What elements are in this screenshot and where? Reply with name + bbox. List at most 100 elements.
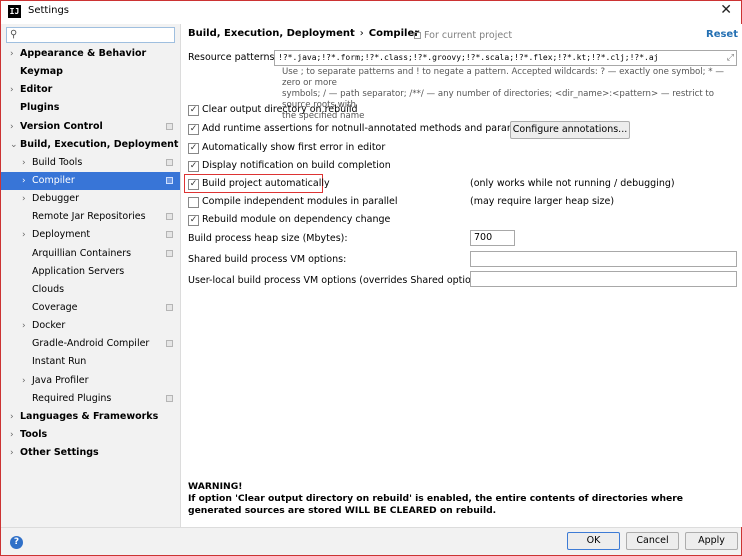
- sidebar-item-clouds[interactable]: Clouds: [1, 281, 180, 299]
- build-automatically-label: Build project automatically: [202, 178, 330, 189]
- window-title: Settings: [28, 5, 70, 16]
- sidebar-item-label: Other Settings: [20, 447, 99, 459]
- heap-size-field[interactable]: 700: [470, 230, 515, 246]
- chevron-right-icon[interactable]: ›: [10, 408, 14, 426]
- sidebar-item-label: Required Plugins: [32, 392, 112, 404]
- cancel-button[interactable]: Cancel: [626, 532, 679, 550]
- project-scope-icon: [166, 249, 173, 257]
- breadcrumb-current: Compiler: [368, 28, 420, 39]
- sidebar-item-appearance-behavior[interactable]: › Appearance & Behavior: [1, 45, 180, 63]
- chevron-right-icon[interactable]: ›: [22, 190, 26, 208]
- sidebar-item-label: Clouds: [32, 283, 65, 295]
- settings-search-input[interactable]: ⚲: [6, 27, 175, 43]
- sidebar-item-compiler[interactable]: › Compiler: [1, 171, 180, 191]
- sidebar-item-editor[interactable]: › Editor: [1, 81, 180, 99]
- checkbox[interactable]: [188, 197, 199, 208]
- chevron-right-icon[interactable]: ›: [22, 154, 26, 172]
- sidebar-item-label: Docker: [32, 320, 66, 332]
- sidebar-item-application-servers[interactable]: Application Servers: [1, 263, 180, 281]
- breadcrumb: Build, Execution, Deployment › Compiler: [188, 28, 419, 39]
- clear-output-label: Clear output directory on rebuild: [202, 104, 358, 115]
- sidebar-item-keymap[interactable]: Keymap: [1, 63, 180, 81]
- shared-vm-options-field[interactable]: [470, 251, 737, 267]
- sidebar-item-docker[interactable]: › Docker: [1, 317, 180, 335]
- chevron-right-icon[interactable]: ›: [10, 444, 14, 462]
- sidebar-item-label: Coverage: [32, 301, 78, 313]
- sidebar-item-debugger[interactable]: › Debugger: [1, 190, 180, 208]
- apply-button[interactable]: Apply: [685, 532, 738, 550]
- for-project-text: For current project: [424, 30, 513, 41]
- chevron-right-icon[interactable]: ›: [10, 426, 14, 444]
- close-icon[interactable]: ✕: [720, 2, 732, 18]
- checkbox[interactable]: ✓: [188, 161, 199, 172]
- sidebar-item-label: Instant Run: [32, 356, 87, 368]
- sidebar-item-arquillian-containers[interactable]: Arquillian Containers: [1, 245, 180, 263]
- sidebar-item-version-control[interactable]: › Version Control: [1, 118, 180, 136]
- runtime-assertions-label: Add runtime assertions for notnull-annot…: [202, 123, 541, 134]
- rebuild-on-change-label: Rebuild module on dependency change: [202, 214, 391, 225]
- sidebar-item-tools[interactable]: › Tools: [1, 426, 180, 444]
- shared-vm-options-label: Shared build process VM options:: [188, 254, 347, 265]
- sidebar-item-deployment[interactable]: › Deployment: [1, 226, 180, 244]
- sidebar-item-instant-run[interactable]: Instant Run: [1, 353, 180, 371]
- chevron-down-icon[interactable]: ⌄: [10, 136, 18, 154]
- sidebar-item-build-tools[interactable]: › Build Tools: [1, 154, 180, 172]
- search-icon: ⚲: [10, 29, 18, 40]
- project-scope-icon: [166, 340, 173, 348]
- project-scope-icon: [166, 213, 173, 221]
- sidebar-item-plugins[interactable]: Plugins: [1, 99, 180, 117]
- heap-size-label: Build process heap size (Mbytes):: [188, 233, 348, 244]
- help-icon[interactable]: ?: [10, 536, 23, 549]
- project-scope-icon: [166, 122, 173, 130]
- chevron-right-icon[interactable]: ›: [22, 172, 26, 190]
- configure-annotations-button[interactable]: Configure annotations...: [510, 121, 630, 139]
- checkbox[interactable]: ✓: [188, 215, 199, 226]
- sidebar-item-label: Compiler: [32, 174, 75, 186]
- intellij-app-icon: IJ: [8, 5, 21, 18]
- hint-line: Use ; to separate patterns and ! to nega…: [282, 67, 724, 88]
- sidebar-item-label: Gradle-Android Compiler: [32, 338, 150, 350]
- sidebar-item-remote-jar-repositories[interactable]: Remote Jar Repositories: [1, 208, 180, 226]
- project-scope-icon: [166, 158, 173, 166]
- settings-sidebar: ⚲ › Appearance & Behavior Keymap › Editor Plu…: [1, 24, 181, 527]
- warning-title: WARNING!: [188, 481, 243, 492]
- project-scope-icon: [414, 32, 421, 39]
- dialog-footer: ? OK Cancel Apply: [1, 527, 741, 555]
- sidebar-item-label: Keymap: [20, 66, 63, 78]
- chevron-right-icon[interactable]: ›: [10, 118, 14, 136]
- user-vm-options-field[interactable]: [470, 271, 737, 287]
- breadcrumb-separator: ›: [359, 28, 364, 39]
- compile-parallel-note: (may require larger heap size): [470, 196, 615, 207]
- chevron-right-icon[interactable]: ›: [22, 372, 26, 390]
- chevron-right-icon[interactable]: ›: [10, 81, 14, 99]
- compiler-settings-panel: Build, Execution, Deployment › Compiler Fo…: [182, 24, 742, 527]
- sidebar-item-label: Build Tools: [32, 156, 83, 168]
- rebuild-warning: WARNING! If option 'Clear output directo…: [188, 481, 733, 517]
- settings-tree: › Appearance & Behavior Keymap › Editor Plugi…: [1, 45, 180, 462]
- checkbox[interactable]: ✓: [188, 179, 199, 190]
- sidebar-item-java-profiler[interactable]: › Java Profiler: [1, 372, 180, 390]
- sidebar-item-label: Languages & Frameworks: [20, 410, 159, 422]
- sidebar-item-other-settings[interactable]: › Other Settings: [1, 444, 180, 462]
- checkbox[interactable]: ✓: [188, 143, 199, 154]
- chevron-right-icon[interactable]: ›: [22, 317, 26, 335]
- checkbox[interactable]: ✓: [188, 105, 199, 116]
- for-current-project-label: For current project: [414, 30, 512, 41]
- chevron-right-icon[interactable]: ›: [22, 226, 26, 244]
- expand-field-icon[interactable]: ⤢: [727, 51, 734, 65]
- sidebar-item-build-execution-deployment[interactable]: ⌄ Build, Execution, Deployment: [1, 136, 180, 154]
- sidebar-item-label: Version Control: [20, 120, 103, 132]
- chevron-right-icon[interactable]: ›: [10, 45, 14, 63]
- project-scope-icon: [166, 303, 173, 311]
- ok-button[interactable]: OK: [567, 532, 620, 550]
- resource-patterns-label: Resource patterns:: [188, 52, 278, 63]
- sidebar-item-coverage[interactable]: Coverage: [1, 299, 180, 317]
- sidebar-item-label: Appearance & Behavior: [20, 48, 147, 59]
- sidebar-item-gradle-android-compiler[interactable]: Gradle-Android Compiler: [1, 335, 180, 353]
- reset-link[interactable]: Reset: [706, 29, 738, 40]
- sidebar-item-languages-frameworks[interactable]: › Languages & Frameworks: [1, 408, 180, 426]
- checkbox[interactable]: ✓: [188, 124, 199, 135]
- sidebar-item-required-plugins[interactable]: Required Plugins: [1, 390, 180, 408]
- resource-patterns-field[interactable]: !?*.java;!?*.form;!?*.class;!?*.groovy;!…: [274, 50, 737, 66]
- warning-text: If option 'Clear output directory on reb…: [188, 493, 683, 516]
